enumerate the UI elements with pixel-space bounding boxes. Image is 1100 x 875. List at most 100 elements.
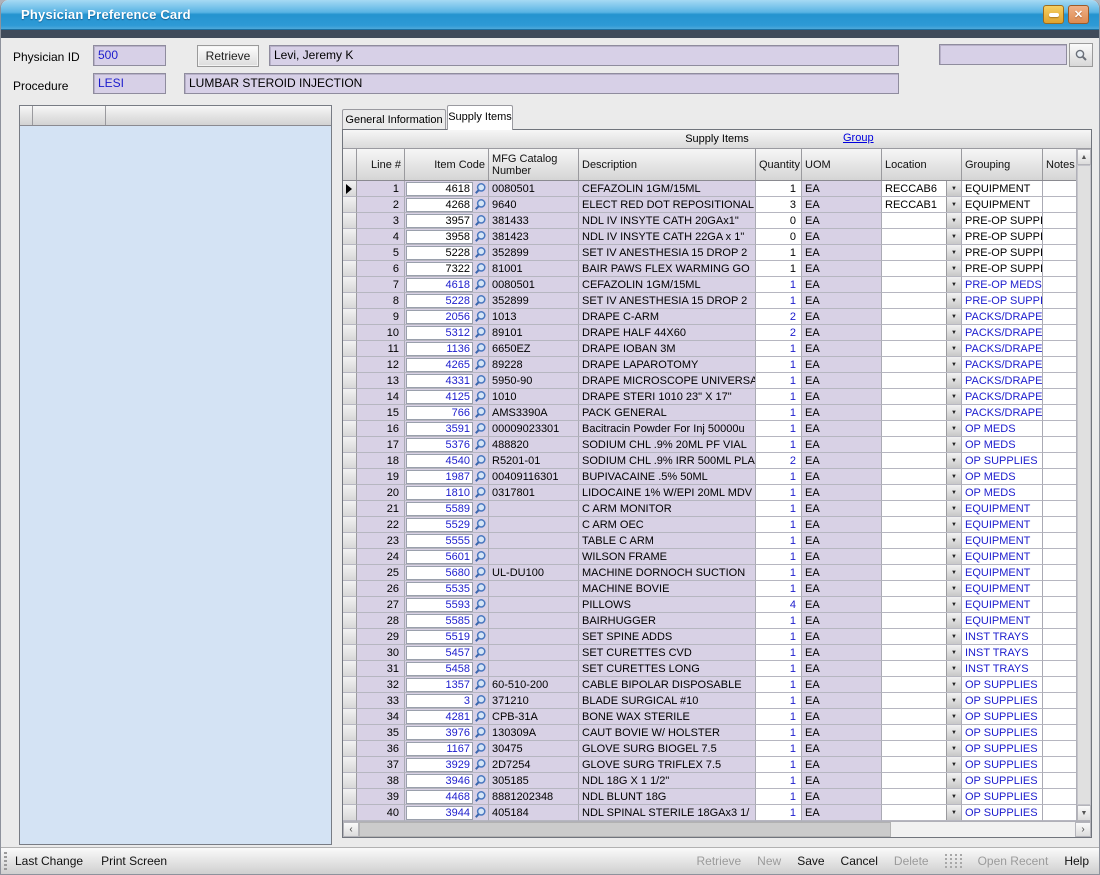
notes-field[interactable] [1043,373,1076,389]
quantity-input[interactable]: 1 [756,421,802,437]
grouping-field[interactable]: OP SUPPLIES [962,693,1043,709]
quantity-input[interactable]: 0 [756,213,802,229]
location-dropdown-icon[interactable]: ▼ [946,501,961,516]
quantity-input[interactable]: 1 [756,341,802,357]
quantity-input[interactable]: 1 [756,549,802,565]
item-search-icon[interactable] [474,598,487,611]
item-code-input[interactable]: 5555 [406,534,473,548]
grouping-field[interactable]: EQUIPMENT [962,501,1043,517]
location-input[interactable] [882,661,946,676]
location-dropdown-icon[interactable]: ▼ [946,613,961,628]
location-input[interactable]: RECCAB6 [882,181,946,196]
quantity-input[interactable]: 1 [756,645,802,661]
grouping-field[interactable]: OP SUPPLIES [962,741,1043,757]
item-code-input[interactable]: 4618 [406,182,473,196]
notes-field[interactable] [1043,501,1076,517]
item-code-input[interactable]: 2056 [406,310,473,324]
location-input[interactable] [882,501,946,516]
location-input[interactable] [882,517,946,532]
grouping-field[interactable]: OP SUPPLIES [962,725,1043,741]
row-selector[interactable] [343,293,357,309]
location-dropdown-icon[interactable]: ▼ [946,277,961,292]
location-input[interactable] [882,757,946,772]
notes-field[interactable] [1043,277,1076,293]
notes-field[interactable] [1043,485,1076,501]
grouping-field[interactable]: OP SUPPLIES [962,773,1043,789]
quantity-input[interactable]: 1 [756,789,802,805]
location-dropdown-icon[interactable]: ▼ [946,741,961,756]
quantity-input[interactable]: 3 [756,197,802,213]
quantity-input[interactable]: 1 [756,469,802,485]
location-dropdown-icon[interactable]: ▼ [946,357,961,372]
item-code-input[interactable]: 5376 [406,438,473,452]
row-selector[interactable] [343,613,357,629]
notes-field[interactable] [1043,693,1076,709]
grouping-field[interactable]: PRE-OP MEDS [962,277,1043,293]
horizontal-scroll-thumb[interactable] [359,822,891,837]
item-search-icon[interactable] [474,374,487,387]
item-search-icon[interactable] [474,758,487,771]
location-input[interactable] [882,565,946,580]
grouping-field[interactable]: PRE-OP SUPPI [962,261,1043,277]
location-input[interactable] [882,469,946,484]
vertical-scroll-thumb[interactable] [1077,165,1091,805]
notes-field[interactable] [1043,597,1076,613]
row-selector[interactable] [343,357,357,373]
item-search-icon[interactable] [474,294,487,307]
quantity-input[interactable]: 1 [756,565,802,581]
grouping-field[interactable]: EQUIPMENT [962,517,1043,533]
item-code-input[interactable]: 5228 [406,294,473,308]
quantity-input[interactable]: 1 [756,517,802,533]
grouping-field[interactable]: OP SUPPLIES [962,757,1043,773]
item-code-input[interactable]: 4125 [406,390,473,404]
location-dropdown-icon[interactable]: ▼ [946,261,961,276]
row-selector[interactable] [343,805,357,821]
location-input[interactable] [882,421,946,436]
item-search-icon[interactable] [474,502,487,515]
location-input[interactable] [882,405,946,420]
item-code-input[interactable]: 3957 [406,214,473,228]
horizontal-scrollbar[interactable]: ‹ › [343,821,1091,837]
row-selector[interactable] [343,533,357,549]
location-dropdown-icon[interactable]: ▼ [946,197,961,212]
item-search-icon[interactable] [474,742,487,755]
cancel-button[interactable]: Cancel [841,854,878,868]
row-selector[interactable] [343,213,357,229]
location-dropdown-icon[interactable]: ▼ [946,453,961,468]
item-search-icon[interactable] [474,438,487,451]
location-dropdown-icon[interactable]: ▼ [946,629,961,644]
item-search-icon[interactable] [474,550,487,563]
search-input[interactable] [939,44,1067,65]
notes-field[interactable] [1043,293,1076,309]
quantity-input[interactable]: 2 [756,309,802,325]
item-code-input[interactable]: 3958 [406,230,473,244]
location-input[interactable] [882,789,946,804]
row-selector[interactable] [343,789,357,805]
item-search-icon[interactable] [474,470,487,483]
location-dropdown-icon[interactable]: ▼ [946,213,961,228]
item-search-icon[interactable] [474,518,487,531]
location-dropdown-icon[interactable]: ▼ [946,565,961,580]
tab-general-information[interactable]: General Information [342,109,446,130]
notes-field[interactable] [1043,325,1076,341]
location-input[interactable] [882,629,946,644]
row-selector[interactable] [343,709,357,725]
location-dropdown-icon[interactable]: ▼ [946,229,961,244]
location-dropdown-icon[interactable]: ▼ [946,309,961,324]
location-input[interactable] [882,533,946,548]
row-selector[interactable] [343,693,357,709]
row-selector[interactable] [343,597,357,613]
row-selector[interactable] [343,549,357,565]
notes-field[interactable] [1043,341,1076,357]
quantity-input[interactable]: 1 [756,805,802,821]
quantity-input[interactable]: 1 [756,245,802,261]
notes-field[interactable] [1043,245,1076,261]
location-dropdown-icon[interactable]: ▼ [946,469,961,484]
row-selector[interactable] [343,181,357,197]
grouping-field[interactable]: OP SUPPLIES [962,805,1043,821]
item-search-icon[interactable] [474,278,487,291]
location-dropdown-icon[interactable]: ▼ [946,373,961,388]
quantity-input[interactable]: 1 [756,293,802,309]
location-input[interactable] [882,229,946,244]
grouping-field[interactable]: PACKS/DRAPE [962,341,1043,357]
